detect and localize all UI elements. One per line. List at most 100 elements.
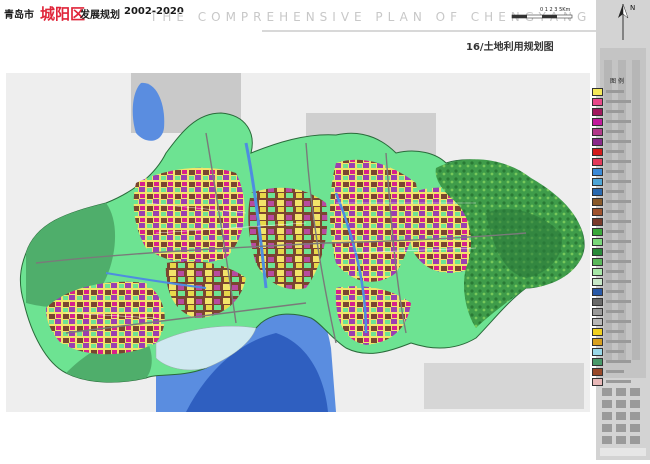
legend-label-placeholder (606, 160, 631, 163)
legend-item (592, 247, 642, 256)
legend-item (592, 177, 642, 186)
legend-label-placeholder (606, 330, 624, 333)
legend-item (592, 227, 642, 236)
scale-label: 0 1 2 3 5Km (540, 7, 571, 13)
legend-item (592, 297, 642, 306)
banner-divider (262, 30, 596, 32)
legend-swatch (592, 237, 603, 246)
legend-label-placeholder (606, 180, 631, 183)
legend-label-placeholder (606, 380, 631, 383)
legend-label-placeholder (606, 360, 631, 363)
legend-label-placeholder (606, 210, 624, 213)
legend-item (592, 117, 642, 126)
legend-item (592, 217, 642, 226)
legend-swatch (592, 207, 603, 216)
legend-item (592, 377, 642, 386)
legend-swatch (592, 327, 603, 336)
map-frame (6, 73, 590, 412)
legend-label-placeholder (606, 250, 624, 253)
legend-swatch (592, 357, 603, 366)
legend-label-placeholder (606, 340, 631, 343)
legend-item (592, 367, 642, 376)
north-label: N (630, 4, 635, 12)
legend-item (592, 87, 642, 96)
legend-swatch (592, 287, 603, 296)
legend-swatch (592, 307, 603, 316)
legend-label-placeholder (606, 150, 624, 153)
legend-item (592, 197, 642, 206)
legend-item (592, 257, 642, 266)
legend-label-placeholder (606, 240, 631, 243)
sheet-title: 16/土地利用规划图 (466, 42, 554, 53)
legend-item (592, 287, 642, 296)
legend-label-placeholder (606, 260, 631, 263)
legend-label-placeholder (606, 90, 624, 93)
legend-item (592, 97, 642, 106)
panel-date-strip (600, 448, 646, 456)
legend-label-placeholder (606, 280, 631, 283)
legend-swatch (592, 277, 603, 286)
legend-title: 图 例 (610, 78, 624, 85)
plan-label: 发展规划 (80, 10, 120, 21)
urban-central-north (133, 167, 245, 264)
legend-item (592, 187, 642, 196)
legend-swatch (592, 107, 603, 116)
district-name: 城阳区 (40, 5, 86, 23)
legend-item (592, 317, 642, 326)
legend-swatch (592, 267, 603, 276)
legend-label-placeholder (606, 350, 624, 353)
legend-item (592, 107, 642, 116)
legend-label-placeholder (606, 130, 624, 133)
legend-swatch (592, 337, 603, 346)
legend-label-placeholder (606, 190, 624, 193)
legend-label-placeholder (606, 120, 631, 123)
legend-label-placeholder (606, 110, 624, 113)
legend-swatch (592, 367, 603, 376)
legend-label-placeholder (606, 320, 631, 323)
legend-swatch (592, 187, 603, 196)
legend-item (592, 357, 642, 366)
legend: 图 例 (592, 76, 642, 396)
panel-footer-glyphs (602, 388, 640, 444)
legend-item (592, 147, 642, 156)
legend-item (592, 267, 642, 276)
legend-swatch (592, 297, 603, 306)
legend-swatch (592, 257, 603, 266)
legend-label-placeholder (606, 220, 631, 223)
aerial-backdrop (424, 363, 584, 409)
legend-label-placeholder (606, 140, 631, 143)
legend-label-placeholder (606, 370, 624, 373)
legend-item (592, 137, 642, 146)
legend-swatch (592, 347, 603, 356)
scale-bar: 0 1 2 3 5Km (510, 7, 594, 19)
legend-label-placeholder (606, 100, 631, 103)
legend-swatch (592, 217, 603, 226)
legend-item (592, 237, 642, 246)
legend-swatch (592, 227, 603, 236)
legend-label-placeholder (606, 200, 631, 203)
legend-item (592, 157, 642, 166)
legend-swatch (592, 127, 603, 136)
legend-label-placeholder (606, 310, 624, 313)
legend-swatch (592, 197, 603, 206)
city-name: 青岛市 (4, 10, 34, 21)
legend-label-placeholder (606, 290, 624, 293)
legend-label-placeholder (606, 170, 624, 173)
legend-item (592, 127, 642, 136)
legend-item (592, 277, 642, 286)
north-arrow-icon: N (618, 3, 635, 40)
legend-item (592, 207, 642, 216)
legend-label-placeholder (606, 300, 631, 303)
legend-items (592, 87, 642, 386)
legend-item (592, 307, 642, 316)
legend-label-placeholder (606, 270, 624, 273)
legend-swatch (592, 377, 603, 386)
land-use-map (19, 73, 585, 412)
legend-label-placeholder (606, 230, 624, 233)
legend-item (592, 167, 642, 176)
legend-item (592, 347, 642, 356)
legend-swatch (592, 317, 603, 326)
legend-swatch (592, 247, 603, 256)
legend-item (592, 327, 642, 336)
legend-swatch (592, 177, 603, 186)
